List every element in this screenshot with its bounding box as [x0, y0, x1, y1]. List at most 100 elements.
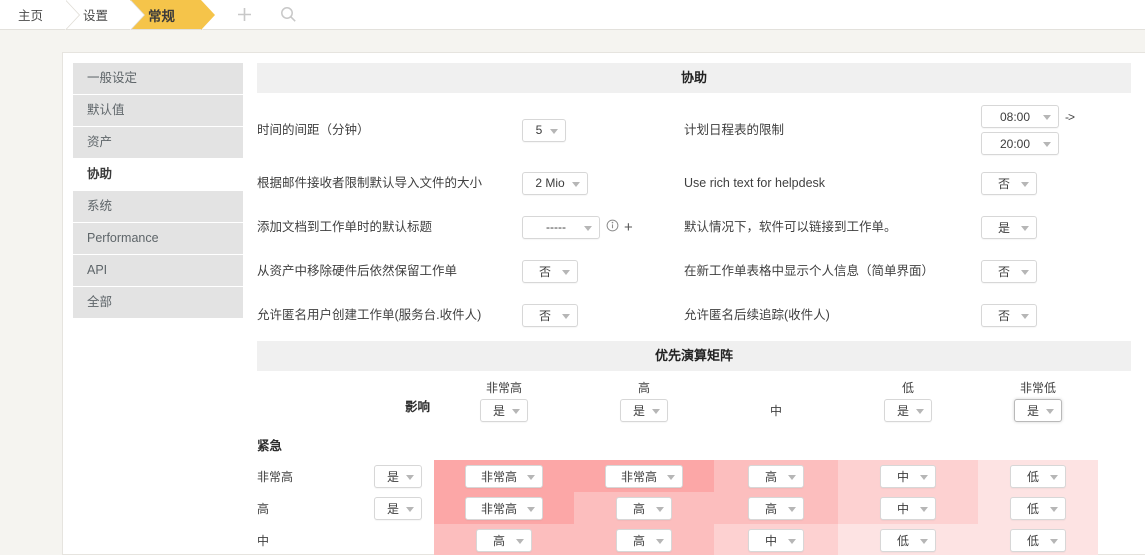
assist-section-title: 协助	[257, 63, 1131, 93]
select-dropdown[interactable]: 否	[981, 171, 1037, 195]
select-dropdown[interactable]: 20:00	[981, 132, 1059, 155]
matrix-row-toggle-1: 是	[362, 496, 434, 520]
assist-left-control-3: 否	[522, 259, 684, 283]
select-dropdown[interactable]: 非常高	[605, 464, 683, 488]
settings-sidebar: 一般设定 默认值 资产 协助 系统 Performance API 全部	[63, 63, 243, 319]
select-dropdown[interactable]: 是	[373, 464, 422, 488]
assist-left-control-0: 5	[522, 118, 684, 142]
assist-right-control-3: 否	[981, 259, 1131, 283]
select-dropdown[interactable]: 高	[476, 528, 532, 552]
matrix-col-header-0: 非常高是	[434, 379, 574, 422]
select-dropdown[interactable]: 08:00	[981, 105, 1059, 128]
select-dropdown[interactable]: 是	[479, 399, 528, 422]
matrix-section-title: 优先演算矩阵	[257, 341, 1131, 371]
assist-right-label-3: 在新工作单表格中显示个人信息（简单界面）	[684, 264, 935, 278]
sidebar-item-7[interactable]: 全部	[73, 287, 243, 318]
select-dropdown[interactable]: 高	[616, 496, 672, 520]
select-dropdown[interactable]: 低	[1010, 496, 1066, 520]
form-row-gap	[257, 155, 1131, 167]
settings-content: 协助 时间的间距（分钟） 5 计划日程表的限制 08:00 -> 20:00 根据邮件接收者…	[243, 63, 1145, 555]
page-body: 一般设定 默认值 资产 协助 系统 Performance API 全部 协助 时间的间距（分…	[0, 30, 1145, 555]
matrix-cell-2-0: 高	[434, 524, 574, 555]
sidebar-item-6[interactable]: API	[73, 255, 243, 286]
assist-left-control-1: 2 Mio	[522, 171, 684, 195]
assist-left-control-4: 否	[522, 303, 684, 327]
select-dropdown[interactable]: 否	[522, 259, 578, 283]
matrix-col-header-4: 非常低是	[978, 379, 1098, 422]
matrix-cell-2-1: 高	[574, 524, 714, 555]
matrix-col-header-2: 中	[714, 402, 838, 422]
add-title-icon[interactable]: +	[624, 220, 633, 235]
select-dropdown[interactable]: 中	[880, 496, 936, 520]
info-icon[interactable]	[606, 219, 619, 235]
select-dropdown[interactable]: 是	[883, 399, 932, 422]
matrix-row: 中高高中低低	[257, 524, 1131, 555]
matrix-cell-1-1: 高	[574, 492, 714, 524]
matrix-cell-1-2: 高	[714, 492, 838, 524]
sidebar-item-5[interactable]: Performance	[73, 223, 243, 254]
select-dropdown[interactable]: -----	[522, 215, 600, 239]
breadcrumb-bar: 主页 设置 常规	[0, 0, 1145, 30]
matrix-row-label-0: 非常高	[257, 469, 294, 484]
select-dropdown[interactable]: 非常高	[465, 464, 543, 488]
breadcrumb: 主页 设置 常规	[0, 0, 217, 30]
matrix-cell-0-4: 低	[978, 460, 1098, 492]
form-row-gap	[257, 287, 1131, 299]
select-dropdown[interactable]: 中	[748, 528, 804, 552]
assist-left-control-2: ----- +	[522, 215, 684, 239]
select-dropdown[interactable]: 5	[522, 118, 566, 142]
select-dropdown[interactable]: 高	[616, 528, 672, 552]
matrix-col-name-3: 低	[901, 381, 914, 395]
matrix-cell-0-1: 非常高	[574, 460, 714, 492]
matrix-col-name-4: 非常低	[1019, 381, 1056, 395]
matrix-column-headers: 影响 非常高是高是中低是非常低是	[257, 379, 1131, 422]
select-dropdown[interactable]: 是	[619, 399, 668, 422]
select-dropdown[interactable]: 低	[880, 528, 936, 552]
form-row-gap	[257, 199, 1131, 211]
select-dropdown[interactable]: 中	[880, 464, 936, 488]
sidebar-item-2[interactable]: 资产	[73, 127, 243, 158]
matrix-cell-0-2: 高	[714, 460, 838, 492]
matrix-cell-1-0: 非常高	[434, 492, 574, 524]
matrix-col-header-1: 高是	[574, 379, 714, 422]
assist-right-control-2: 是	[981, 215, 1131, 239]
select-dropdown[interactable]: 高	[748, 496, 804, 520]
matrix-cell-1-4: 低	[978, 492, 1098, 524]
matrix-row: 非常高 是 非常高 非常高 高 中 低	[257, 460, 1131, 492]
settings-panel: 一般设定 默认值 资产 协助 系统 Performance API 全部 协助 时间的间距（分…	[62, 52, 1145, 555]
matrix-cell-0-3: 中	[838, 460, 978, 492]
select-dropdown[interactable]: 是	[1013, 399, 1062, 422]
search-icon[interactable]	[277, 4, 299, 26]
select-dropdown[interactable]: 否	[981, 259, 1037, 283]
select-dropdown[interactable]: 非常高	[465, 496, 543, 520]
topbar-actions	[233, 0, 299, 29]
select-dropdown[interactable]: 高	[748, 464, 804, 488]
breadcrumb-item-0[interactable]: 主页	[0, 0, 81, 30]
sidebar-item-1[interactable]: 默认值	[73, 95, 243, 126]
sidebar-item-3[interactable]: 协助	[73, 159, 243, 190]
assist-right-label-2: 默认情况下，软件可以链接到工作单。	[684, 220, 897, 234]
assist-right-control-4: 否	[981, 303, 1131, 327]
select-dropdown[interactable]: 是	[373, 496, 422, 520]
select-dropdown[interactable]: 低	[1010, 528, 1066, 552]
matrix-cell-0-0: 非常高	[434, 460, 574, 492]
matrix-col-name-1: 高	[637, 381, 650, 395]
add-icon[interactable]	[233, 4, 255, 26]
select-dropdown[interactable]: 否	[981, 303, 1037, 327]
select-dropdown[interactable]: 2 Mio	[522, 171, 588, 195]
sidebar-item-0[interactable]: 一般设定	[73, 63, 243, 94]
select-dropdown[interactable]: 是	[981, 215, 1037, 239]
time-range-arrow: ->	[1065, 109, 1075, 124]
assist-left-label-4: 允许匿名用户创建工作单(服务台.收件人)	[257, 308, 482, 322]
select-dropdown[interactable]: 否	[522, 303, 578, 327]
urgency-label: 紧急	[257, 439, 283, 453]
assist-right-control-0: 08:00 -> 20:00	[981, 105, 1131, 155]
matrix-col-header-3: 低是	[838, 379, 978, 422]
matrix-row-toggle-0: 是	[362, 464, 434, 488]
sidebar-item-4[interactable]: 系统	[73, 191, 243, 222]
assist-left-label-3: 从资产中移除硬件后依然保留工作单	[257, 264, 458, 278]
assist-left-label-1: 根据邮件接收者限制默认导入文件的大小	[257, 176, 483, 190]
impact-label: 影响	[404, 400, 430, 414]
select-dropdown[interactable]: 低	[1010, 464, 1066, 488]
matrix-cell-2-3: 低	[838, 524, 978, 555]
